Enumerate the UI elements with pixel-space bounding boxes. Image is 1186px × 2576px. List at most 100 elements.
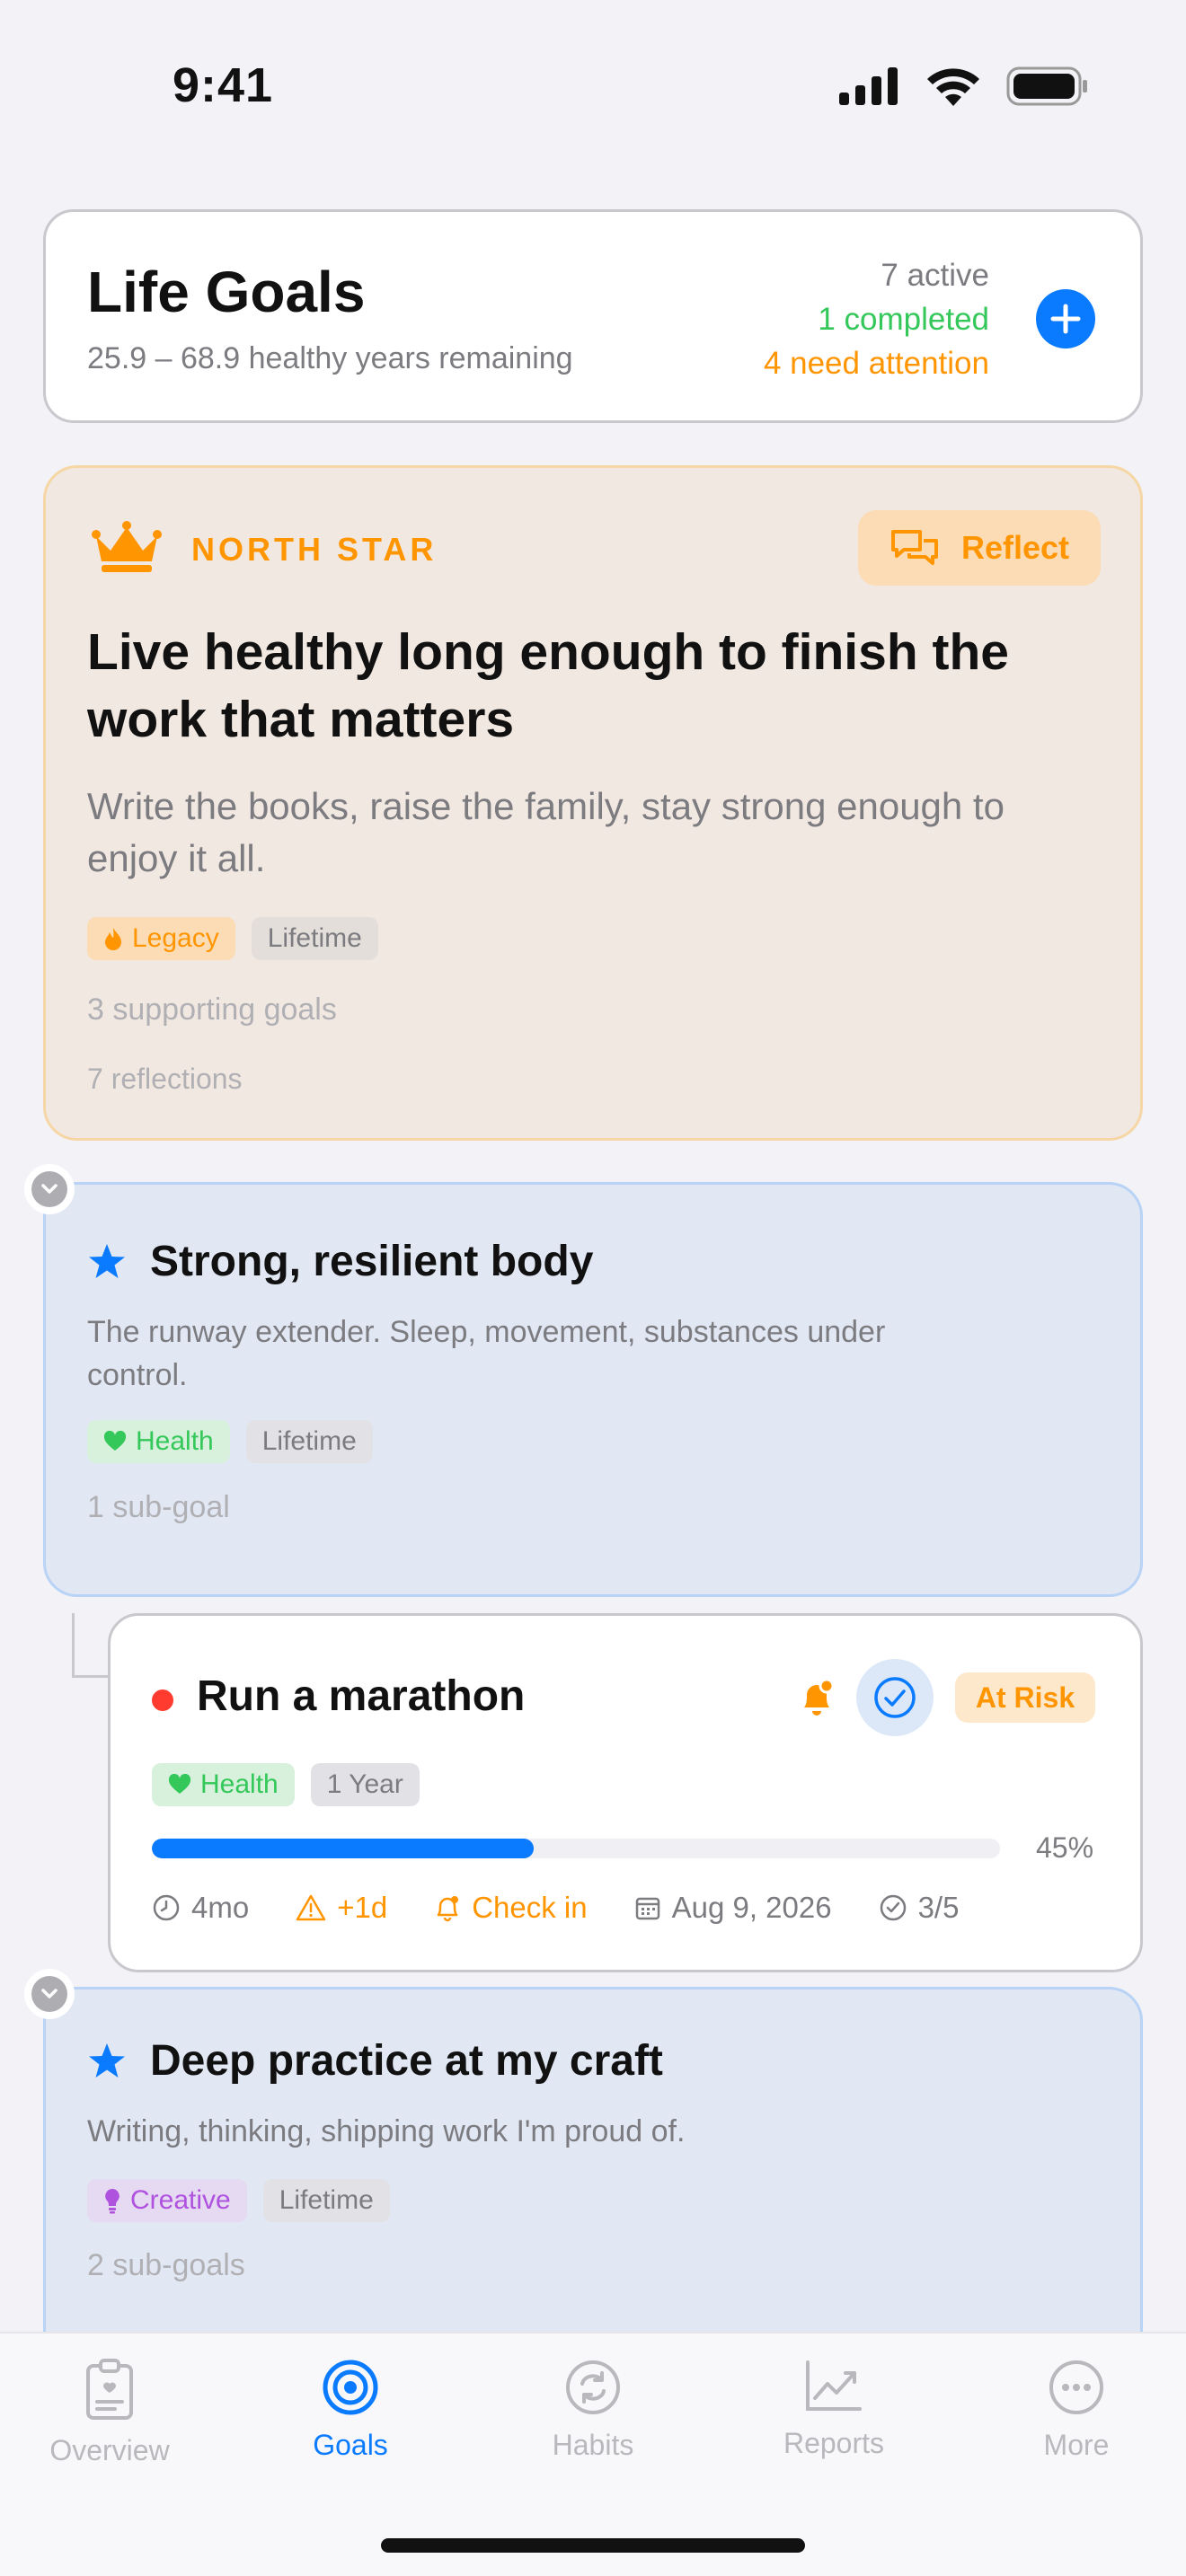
heart-icon [103, 1431, 127, 1451]
add-goal-button[interactable] [1036, 289, 1095, 348]
overdue-text: +1d [337, 1891, 388, 1924]
tag-lifetime: Lifetime [245, 1420, 373, 1463]
duration-text: 4mo [191, 1891, 250, 1924]
checkin-item[interactable]: Check in [434, 1891, 588, 1925]
reflections-count: 7 reflections [87, 1063, 243, 1095]
calendar-icon [635, 1897, 659, 1920]
complete-check-button[interactable] [856, 1659, 934, 1736]
goal-card[interactable]: Deep practice at my craft Writing, think… [43, 1987, 1143, 2382]
cellular-signal-icon [839, 67, 898, 105]
checkmark-circle-icon [874, 1677, 916, 1718]
ellipsis-icon [1049, 2360, 1103, 2414]
risk-indicator-dot [152, 1689, 173, 1711]
warning-icon [296, 1894, 326, 1921]
lightbulb-icon [105, 2189, 119, 2214]
repeat-icon [566, 2360, 620, 2414]
overdue-item: +1d [296, 1891, 387, 1925]
collapse-toggle[interactable] [24, 1164, 75, 1214]
tab-habits[interactable]: Habits [494, 2359, 692, 2462]
tag-lifetime: Lifetime [251, 917, 378, 960]
progress-percent: 45% [1036, 1831, 1094, 1864]
heart-icon [168, 1774, 191, 1794]
wifi-icon [927, 68, 979, 106]
clipboard-icon [86, 2359, 133, 2420]
battery-icon [1006, 66, 1087, 106]
active-count: 7 active [881, 258, 989, 293]
attention-count[interactable]: 4 need attention [764, 341, 989, 385]
clock-icon [153, 1894, 180, 1921]
subgoal-meta: 4mo +1d Check in Aug 9, 2026 3/5 [152, 1891, 1005, 1925]
crown-icon [92, 521, 162, 572]
healthy-years-text: 25.9 – 68.9 healthy years remaining [87, 341, 573, 375]
duration-item: 4mo [152, 1891, 249, 1925]
tag-label: Lifetime [261, 1426, 357, 1456]
collapse-toggle[interactable] [24, 1969, 75, 2019]
tab-label: Overview [49, 2434, 170, 2466]
flame-icon [105, 928, 121, 950]
date-item: Aug 9, 2026 [634, 1891, 832, 1925]
goal-description: The runway extender. Sleep, movement, su… [87, 1315, 886, 1392]
north-star-card[interactable]: NORTH STAR Reflect Live healthy long eno… [43, 465, 1143, 1141]
tag-creative: Creative [87, 2179, 247, 2222]
reflect-label: Reflect [960, 529, 1070, 566]
tag-label: Creative [130, 2185, 231, 2215]
tab-label: Goals [313, 2429, 388, 2461]
chevron-down-icon [41, 1184, 58, 1194]
chat-bubbles-icon [890, 530, 938, 565]
status-time: 9:41 [173, 58, 274, 112]
status-icons [839, 66, 1089, 106]
tab-reports[interactable]: Reports [735, 2359, 933, 2460]
progress-fill [152, 1839, 534, 1858]
bell-icon [437, 1896, 459, 1922]
north-star-tags: Legacy Lifetime [87, 917, 378, 960]
page-title: Life Goals [87, 260, 366, 324]
plus-icon [1050, 304, 1081, 334]
tab-more[interactable]: More [978, 2359, 1175, 2462]
tag-label: Health [200, 1769, 279, 1799]
tab-label: Reports [783, 2427, 885, 2459]
summary-card: Life Goals 25.9 – 68.9 healthy years rem… [43, 209, 1143, 423]
supporting-goals-count: 3 supporting goals [87, 992, 337, 1027]
subgoal-tags: Health 1 Year [152, 1763, 420, 1806]
tag-legacy: Legacy [87, 917, 235, 960]
tag-label: Lifetime [267, 923, 362, 953]
tag-label: Legacy [132, 923, 219, 953]
bell-alert-icon[interactable] [797, 1677, 836, 1718]
checkin-text: Check in [472, 1891, 588, 1924]
tab-label: Habits [552, 2429, 634, 2461]
subgoal-count: 1 sub-goal [87, 1490, 230, 1524]
tab-overview[interactable]: Overview [11, 2359, 208, 2467]
tag-health: Health [87, 1420, 230, 1463]
subgoal-card[interactable]: Run a marathon At Risk Health 1 Year 45% [108, 1613, 1143, 1972]
goal-description: Writing, thinking, shipping work I'm pro… [87, 2114, 686, 2148]
home-indicator [381, 2538, 805, 2553]
reflect-button[interactable]: Reflect [858, 510, 1101, 586]
tasks-text: 3/5 [917, 1891, 960, 1924]
north-star-title: Live healthy long enough to finish the w… [87, 623, 1009, 748]
subgoal-count: 2 sub-goals [87, 2248, 245, 2282]
target-icon [323, 2360, 378, 2415]
completed-count: 1 completed [818, 302, 989, 337]
progress-bar [152, 1839, 1000, 1858]
tab-label: More [1043, 2429, 1110, 2461]
north-star-description: Write the books, raise the family, stay … [87, 785, 1005, 879]
subgoal-title: Run a marathon [197, 1672, 526, 1720]
tab-goals[interactable]: Goals [252, 2359, 449, 2462]
date-text: Aug 9, 2026 [671, 1891, 832, 1924]
status-badge: At Risk [955, 1672, 1095, 1723]
goal-title: Strong, resilient body [150, 1238, 594, 1285]
star-icon [89, 2043, 125, 2078]
status-bar: 9:41 [0, 0, 1186, 171]
tag-health: Health [152, 1763, 295, 1806]
north-star-label: NORTH STAR [191, 531, 438, 568]
goal-tags: Creative Lifetime [87, 2179, 390, 2222]
tag-timeframe: 1 Year [310, 1763, 420, 1806]
star-icon [89, 1244, 125, 1278]
tag-lifetime: Lifetime [262, 2179, 390, 2222]
chevron-down-icon [41, 1989, 58, 1998]
check-circle-icon [880, 1894, 906, 1921]
tag-label: Lifetime [279, 2185, 374, 2215]
goal-card[interactable]: Strong, resilient body The runway extend… [43, 1182, 1143, 1597]
tasks-item: 3/5 [879, 1891, 960, 1925]
hierarchy-connector [72, 1613, 110, 1678]
